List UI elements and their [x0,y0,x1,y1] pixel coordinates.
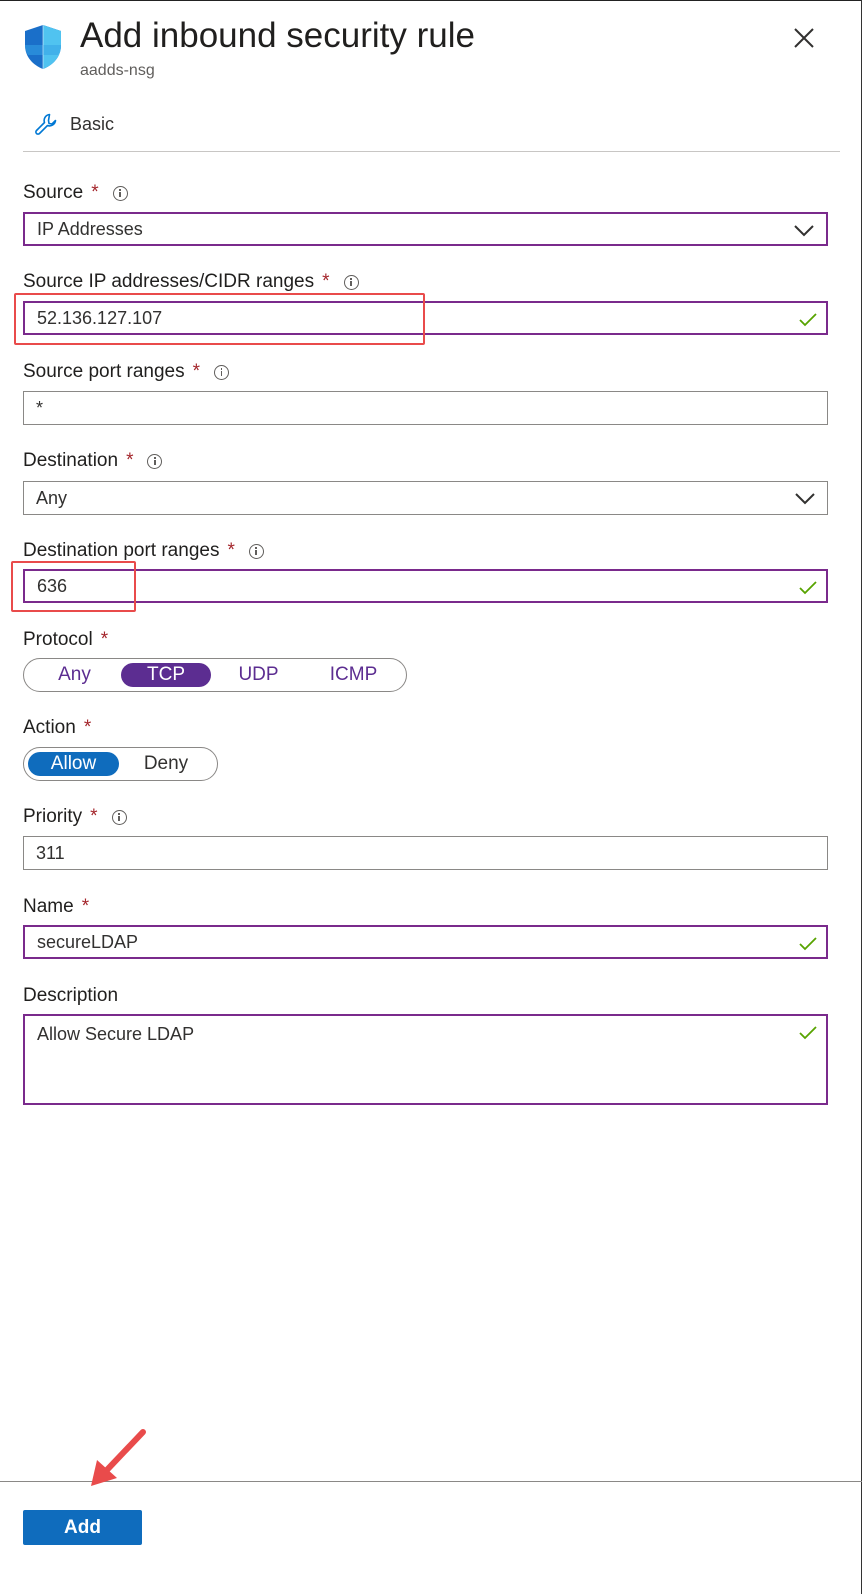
protocol-option-any[interactable]: Any [28,663,121,687]
info-icon[interactable] [214,364,229,380]
highlight-box [11,561,136,612]
action-label: Action * [23,717,92,738]
chevron-down-icon [794,225,814,237]
check-icon [799,937,817,951]
shield-icon [25,25,61,69]
tab-basic-label: Basic [70,113,115,134]
tab-divider [23,151,840,152]
protocol-option-tcp[interactable]: TCP [121,663,211,687]
info-icon[interactable] [112,185,128,201]
source-port-label: Source port ranges * [23,361,229,383]
add-button[interactable]: Add [23,1510,142,1545]
destination-port-input[interactable]: 636 [23,569,828,603]
destination-dropdown[interactable]: Any [23,481,828,515]
check-icon [799,1026,817,1040]
protocol-option-icmp[interactable]: ICMP [306,663,401,687]
destination-port-label: Destination port ranges * [23,540,264,562]
priority-label: Priority * [23,806,127,828]
close-icon[interactable] [790,24,818,52]
info-icon[interactable] [343,274,359,290]
action-option-allow[interactable]: Allow [28,752,120,776]
source-ip-label: Source IP addresses/CIDR ranges * [23,271,359,293]
page-subtitle: aadds-nsg [80,62,155,79]
source-port-input[interactable]: * [23,391,828,425]
page-title: Add inbound security rule [80,16,475,55]
source-label: Source * [23,182,128,204]
description-label: Description [23,985,119,1006]
top-border [0,0,862,1]
check-icon [799,313,817,327]
info-icon[interactable] [147,453,163,469]
highlight-box [14,293,425,345]
name-input[interactable]: secureLDAP [23,925,828,959]
destination-label: Destination * [23,450,163,472]
action-option-deny[interactable]: Deny [119,752,213,776]
chevron-down-icon [795,493,815,505]
check-icon [799,581,817,595]
name-label: Name * [23,896,90,917]
protocol-option-udp[interactable]: UDP [211,663,306,687]
description-textarea[interactable]: Allow Secure LDAP [23,1014,828,1105]
source-dropdown[interactable]: IP Addresses [23,212,828,246]
priority-input[interactable]: 311 [23,836,828,870]
wrench-icon [35,113,57,135]
tab-basic[interactable]: Basic [34,110,114,138]
pointer-arrow-icon [91,1429,146,1486]
info-icon[interactable] [248,543,264,559]
action-toggle: Allow Deny [23,747,218,781]
protocol-toggle: Any TCP UDP ICMP [23,658,407,692]
protocol-label: Protocol * [23,629,109,650]
info-icon[interactable] [111,809,127,825]
